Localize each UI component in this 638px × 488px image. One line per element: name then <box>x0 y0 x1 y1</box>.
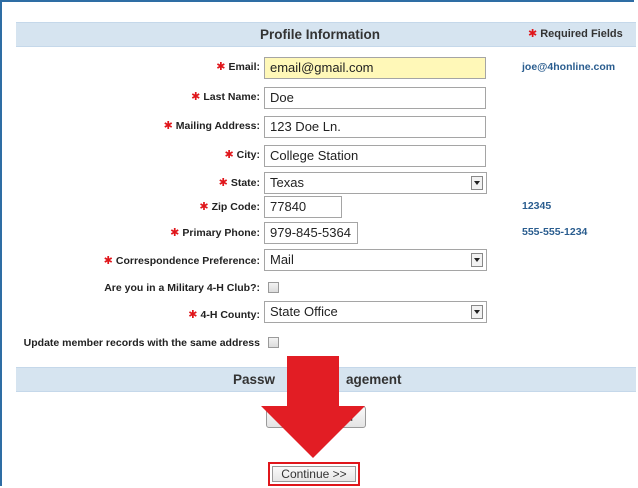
county-select[interactable]: State Office <box>264 301 487 323</box>
required-star-icon: ✱ <box>224 149 234 161</box>
military-club-checkbox[interactable] <box>268 282 279 293</box>
last-name-label: ✱ Last Name: <box>191 91 260 103</box>
red-arrow-down-icon <box>261 406 365 458</box>
state-select[interactable]: Texas <box>264 172 487 194</box>
chevron-down-icon[interactable] <box>471 253 483 267</box>
required-star-icon: ✱ <box>188 309 198 321</box>
county-select-value: State Office <box>270 304 338 319</box>
primary-phone-example: 555-555-1234 <box>522 226 588 238</box>
correspondence-select[interactable]: Mail <box>264 249 487 271</box>
military-club-label: Are you in a Military 4-H Club?: <box>104 282 260 294</box>
required-star-icon: ✱ <box>170 227 180 239</box>
city-field[interactable]: College Station <box>264 145 486 167</box>
required-fields-label: Required Fields <box>540 28 623 40</box>
email-label: ✱ Email: <box>216 61 260 73</box>
primary-phone-field[interactable]: 979-845-5364 <box>264 222 358 244</box>
required-star-icon: ✱ <box>103 255 113 267</box>
state-label: ✱ State: <box>218 177 260 189</box>
mailing-address-label: ✱ Mailing Address: <box>163 120 260 132</box>
required-star-icon: ✱ <box>191 91 201 103</box>
chevron-down-icon[interactable] <box>471 176 483 190</box>
zip-code-example: 12345 <box>522 200 552 212</box>
password-section-title-right: agement <box>346 372 402 387</box>
red-arrow-shaft <box>287 356 339 408</box>
correspondence-label: ✱ Correspondence Preference: <box>103 255 260 267</box>
required-star-icon: ✱ <box>216 61 226 73</box>
continue-highlight: Continue >> <box>268 462 360 486</box>
required-star-icon: ✱ <box>218 177 228 189</box>
state-select-value: Texas <box>270 175 304 190</box>
profile-section-header: Profile Information ✱ Required Fields <box>16 22 636 47</box>
email-field[interactable]: email@gmail.com <box>264 57 486 79</box>
correspondence-select-value: Mail <box>270 252 294 267</box>
chevron-down-icon[interactable] <box>471 305 483 319</box>
required-fields-legend: ✱ Required Fields <box>528 23 623 46</box>
county-label: ✱ 4-H County: <box>188 309 260 321</box>
city-label: ✱ City: <box>224 149 260 161</box>
update-records-checkbox[interactable] <box>268 337 279 348</box>
password-section-title-left: Passw <box>233 372 276 387</box>
continue-button[interactable]: Continue >> <box>272 466 356 482</box>
required-star-icon: ✱ <box>199 201 209 213</box>
update-records-label: Update member records with the same addr… <box>23 337 260 349</box>
section-title: Profile Information <box>260 27 381 42</box>
zip-code-label: ✱ Zip Code: <box>199 201 260 213</box>
required-star-icon: ✱ <box>163 120 173 132</box>
last-name-field[interactable]: Doe <box>264 87 486 109</box>
email-example: joe@4honline.com <box>522 61 616 73</box>
required-star-icon: ✱ <box>528 28 538 40</box>
primary-phone-label: ✱ Primary Phone: <box>170 227 260 239</box>
zip-code-field[interactable]: 77840 <box>264 196 342 218</box>
mailing-address-field[interactable]: 123 Doe Ln. <box>264 116 486 138</box>
